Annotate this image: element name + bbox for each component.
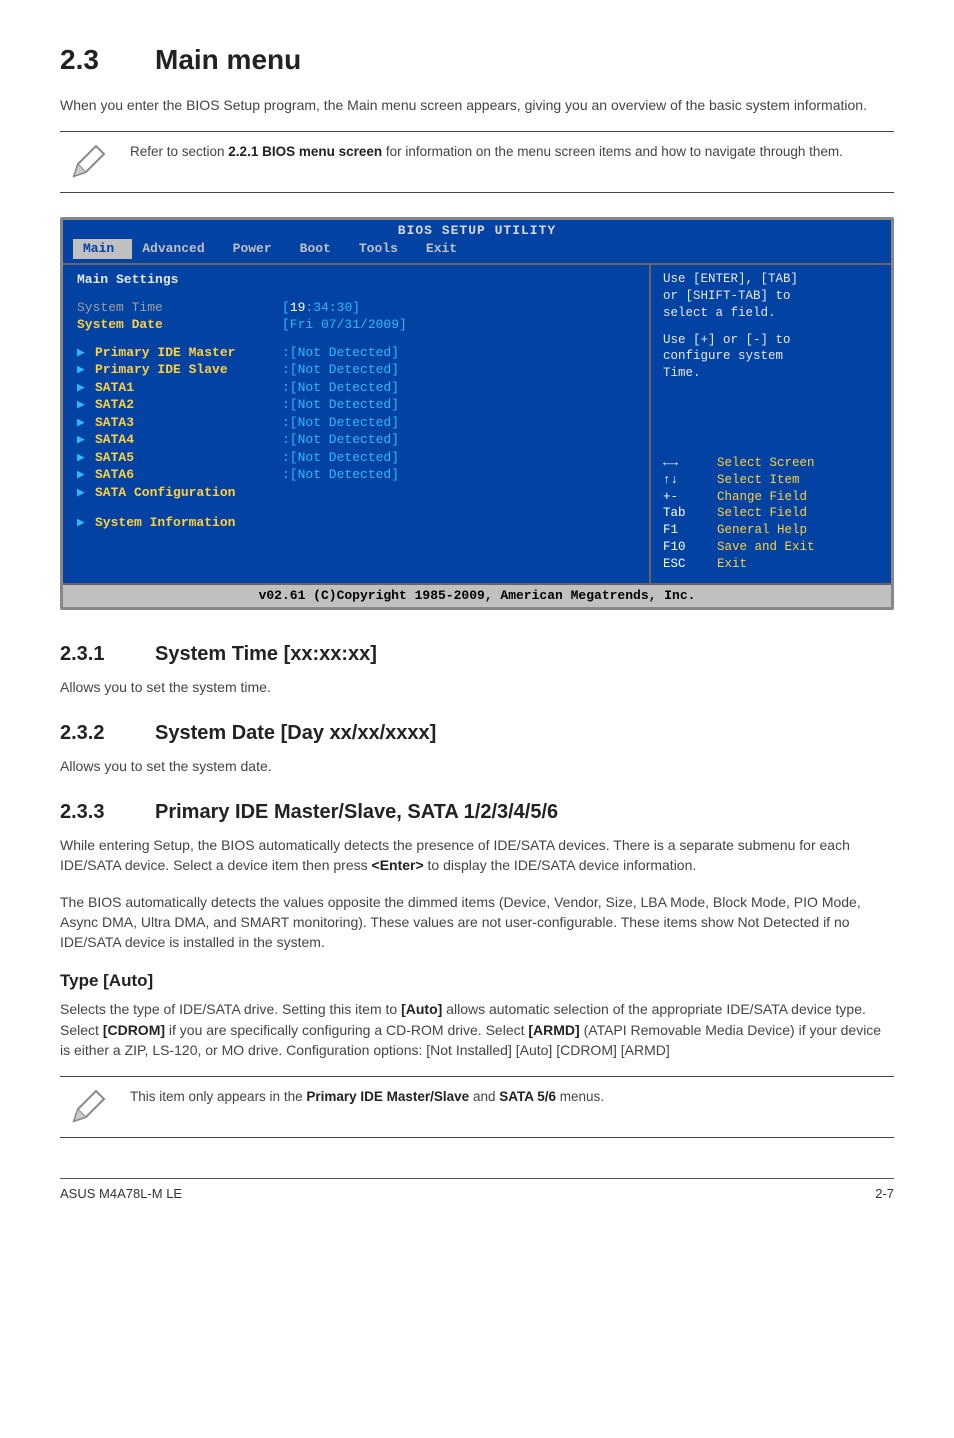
note-box-2: This item only appears in the Primary ID…: [60, 1076, 894, 1138]
bios-tab-boot[interactable]: Boot: [290, 239, 349, 259]
type-body: Selects the type of IDE/SATA drive. Sett…: [60, 999, 894, 1060]
subsection-2-3-1-body: Allows you to set the system time.: [60, 677, 894, 697]
bios-tab-power[interactable]: Power: [223, 239, 290, 259]
bios-left-pane: Main Settings System Time [19:34:30] Sys…: [63, 265, 651, 583]
bios-subheading: Main Settings: [77, 271, 635, 289]
triangle-right-icon: ▶: [77, 484, 87, 502]
bios-row-system-date[interactable]: System Date [Fri 07/31/2009]: [77, 316, 635, 334]
bios-tab-exit[interactable]: Exit: [416, 239, 475, 259]
subsection-2-3-2: 2.3.2System Date [Day xx/xx/xxxx]: [60, 719, 894, 748]
bios-row-sata3[interactable]: ▶SATA3:[Not Detected]: [77, 414, 635, 432]
bios-row-sata4[interactable]: ▶SATA4:[Not Detected]: [77, 431, 635, 449]
bios-row-sata2[interactable]: ▶SATA2:[Not Detected]: [77, 396, 635, 414]
section-intro: When you enter the BIOS Setup program, t…: [60, 95, 894, 115]
subsection-2-3-3-p2: The BIOS automatically detects the value…: [60, 892, 894, 953]
subsection-2-3-2-body: Allows you to set the system date.: [60, 756, 894, 776]
bios-row-sata5[interactable]: ▶SATA5:[Not Detected]: [77, 449, 635, 467]
note-box-1: Refer to section 2.2.1 BIOS menu screen …: [60, 131, 894, 193]
bios-row-ide-master[interactable]: ▶Primary IDE Master:[Not Detected]: [77, 344, 635, 362]
subsection-2-3-3: 2.3.3Primary IDE Master/Slave, SATA 1/2/…: [60, 798, 894, 827]
bios-tab-tools[interactable]: Tools: [349, 239, 416, 259]
triangle-right-icon: ▶: [77, 379, 87, 397]
bios-row-ide-slave[interactable]: ▶Primary IDE Slave:[Not Detected]: [77, 361, 635, 379]
bios-title: BIOS SETUP UTILITY: [63, 220, 891, 240]
bios-row-system-information[interactable]: ▶System Information: [77, 514, 635, 532]
triangle-right-icon: ▶: [77, 514, 87, 532]
triangle-right-icon: ▶: [77, 449, 87, 467]
section-number: 2.3: [60, 40, 155, 81]
bios-row-sata1[interactable]: ▶SATA1:[Not Detected]: [77, 379, 635, 397]
triangle-right-icon: ▶: [77, 361, 87, 379]
note-text-2: This item only appears in the Primary ID…: [130, 1087, 890, 1107]
triangle-right-icon: ▶: [77, 344, 87, 362]
subsection-2-3-1: 2.3.1System Time [xx:xx:xx]: [60, 640, 894, 669]
bios-help-keys: ←→Select Screen ↑↓Select Item +-Change F…: [663, 455, 879, 573]
pencil-icon: [64, 1087, 112, 1127]
bios-row-sata6[interactable]: ▶SATA6:[Not Detected]: [77, 466, 635, 484]
note-text-1: Refer to section 2.2.1 BIOS menu screen …: [130, 142, 890, 162]
bios-row-sata-config[interactable]: ▶SATA Configuration: [77, 484, 635, 502]
bios-screenshot: BIOS SETUP UTILITY Main Advanced Power B…: [60, 217, 894, 610]
triangle-right-icon: ▶: [77, 431, 87, 449]
section-heading: 2.3Main menu: [60, 40, 894, 81]
footer-right: 2-7: [875, 1185, 894, 1204]
section-title: Main menu: [155, 44, 301, 75]
triangle-right-icon: ▶: [77, 414, 87, 432]
bios-row-system-time[interactable]: System Time [19:34:30]: [77, 299, 635, 317]
bios-footer: v02.61 (C)Copyright 1985-2009, American …: [63, 583, 891, 607]
page-footer: ASUS M4A78L-M LE 2-7: [60, 1178, 894, 1204]
type-heading: Type [Auto]: [60, 969, 894, 994]
bios-help-text: Use [ENTER], [TAB] or [SHIFT-TAB] to sel…: [663, 271, 879, 382]
bios-help-pane: Use [ENTER], [TAB] or [SHIFT-TAB] to sel…: [651, 265, 891, 583]
footer-left: ASUS M4A78L-M LE: [60, 1185, 182, 1204]
bios-tab-advanced[interactable]: Advanced: [132, 239, 222, 259]
pencil-icon: [64, 142, 112, 182]
bios-menubar: Main Advanced Power Boot Tools Exit: [63, 239, 891, 263]
triangle-right-icon: ▶: [77, 466, 87, 484]
triangle-right-icon: ▶: [77, 396, 87, 414]
subsection-2-3-3-p1: While entering Setup, the BIOS automatic…: [60, 835, 894, 876]
bios-tab-main[interactable]: Main: [73, 239, 132, 259]
